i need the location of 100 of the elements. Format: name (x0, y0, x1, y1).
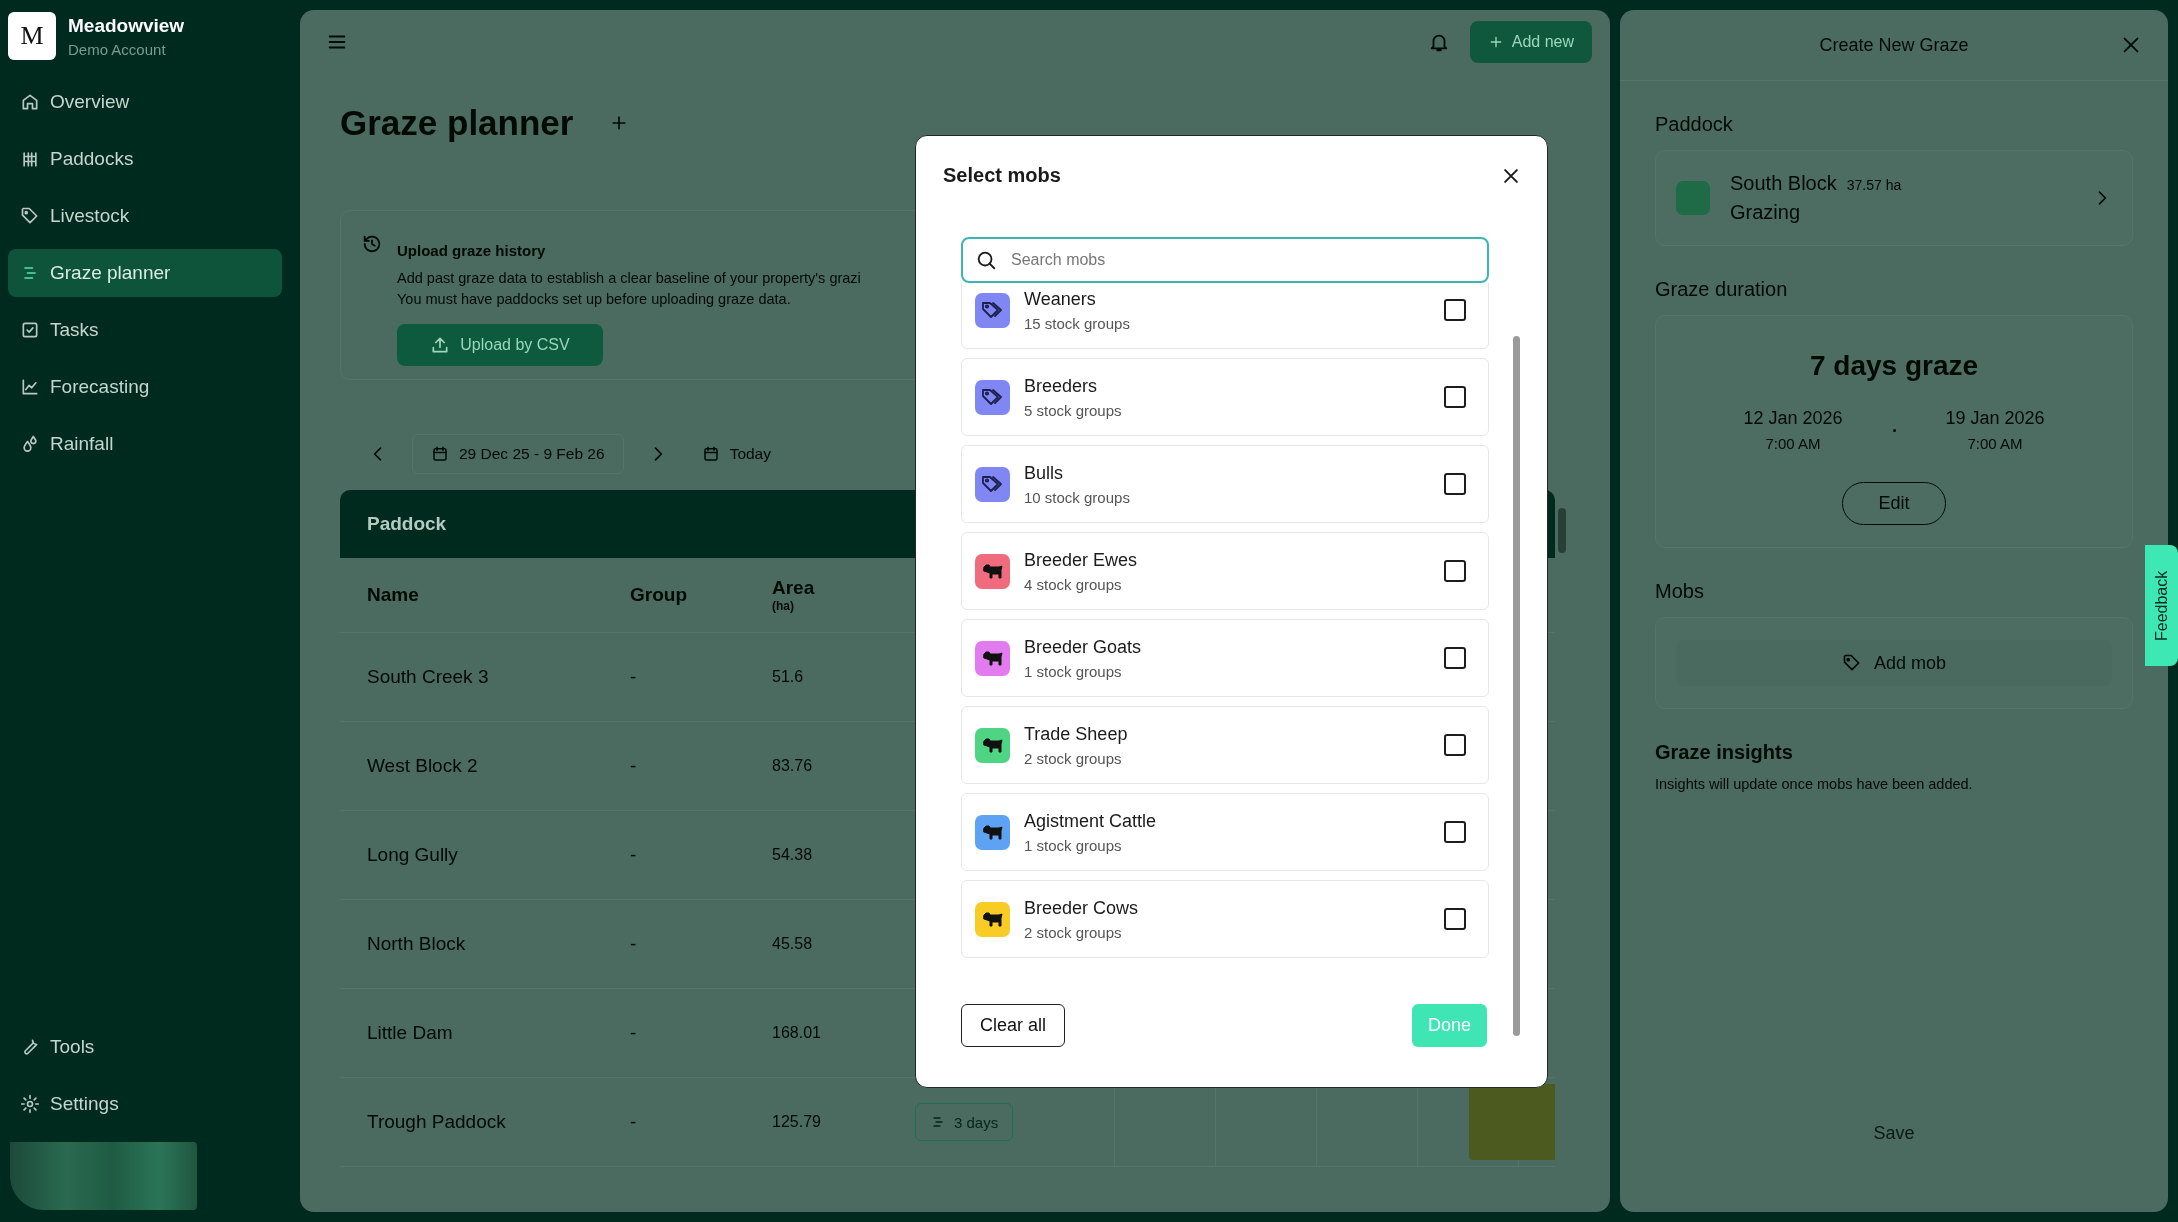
mob-name: Breeder Goats (1024, 636, 1143, 658)
scrollbar-thumb (1558, 508, 1566, 553)
duration-title: 7 days graze (1809, 350, 1979, 382)
mob-count: 4 stock groups (1024, 575, 1123, 593)
upload-csv-button[interactable]: Upload by CSV (397, 324, 603, 366)
section-label: Graze insights (1655, 741, 1794, 764)
mob-option[interactable]: Trade Sheep 2 stock groups (961, 706, 1489, 784)
table-cell-text: 54.38 (772, 846, 814, 864)
mob-option[interactable]: Bulls 10 stock groups (961, 445, 1489, 523)
table-cell-text: South Creek 3 (366, 666, 490, 688)
checkbox[interactable] (1444, 908, 1466, 930)
mob-count: 2 stock groups (1024, 749, 1123, 767)
checkbox[interactable] (1444, 299, 1466, 321)
mob-option[interactable]: Breeder Cows 2 stock groups (961, 880, 1489, 958)
checkbox[interactable] (1444, 734, 1466, 756)
table-cell-text: - (630, 755, 638, 777)
search-icon (975, 249, 997, 271)
table-cell-text: North Block (366, 933, 467, 955)
nav-item[interactable]: Tools (8, 1023, 282, 1071)
nav-item[interactable]: Graze planner (8, 249, 282, 297)
nav-item[interactable]: Overview (8, 78, 282, 126)
table-cell-text: Little Dam (366, 1022, 454, 1044)
upload-icon (430, 335, 451, 355)
column-unit: (ha) (772, 599, 795, 613)
add-new-button[interactable]: Add new (1469, 21, 1592, 63)
mob-count: 2 stock groups (1024, 923, 1123, 941)
mob-count: 1 stock groups (1024, 836, 1123, 854)
nav-icon (20, 434, 40, 454)
mob-count: 5 stock groups (1024, 401, 1123, 419)
date-text: 19 Jan 2026 (1945, 408, 2045, 429)
insights-note: Insights will update once mobs have been added. (1655, 776, 1974, 792)
nav-icon (20, 149, 40, 169)
dialog-title: Select mobs (943, 164, 1061, 187)
mob-option[interactable]: Breeder Goats 1 stock groups (961, 619, 1489, 697)
mob-name: Breeders (1024, 375, 1099, 397)
mob-option[interactable]: Agistment Cattle 1 stock groups (961, 793, 1489, 871)
table-cell-text: Long Gully (366, 844, 459, 866)
nav-item[interactable]: Livestock (8, 192, 282, 240)
column-header: Name (366, 584, 420, 606)
time-text: 7:00 AM (1764, 435, 1822, 452)
clear-all-button[interactable]: Clear all (961, 1004, 1066, 1047)
separator-dot (1892, 428, 1896, 432)
time-text: 7:00 AM (1966, 435, 2024, 452)
mob-option[interactable]: Weaners 15 stock groups (961, 283, 1489, 349)
mob-name: Trade Sheep (1024, 723, 1129, 745)
mob-count: 1 stock groups (1024, 662, 1123, 680)
account-logo: M (8, 12, 56, 60)
table-cell-text: 125.79 (772, 1113, 822, 1131)
mob-name: Bulls (1024, 462, 1064, 484)
feedback-tab[interactable]: Feedback (2145, 545, 2178, 666)
paddock-card[interactable]: South Block 37.57 ha Grazing (1655, 150, 2133, 246)
nav-icon (20, 206, 40, 226)
checkbox[interactable] (1444, 386, 1466, 408)
upload-description: You must have paddocks set up before uploading graze data. (397, 290, 792, 309)
account-subtitle: Demo Account (68, 40, 167, 58)
table-cell-text: - (630, 844, 638, 866)
paddock-thumbnail (1676, 181, 1710, 215)
table-cell-text: - (630, 1022, 638, 1044)
nav-item[interactable]: Rainfall (8, 420, 282, 468)
section-label: Mobs (1655, 580, 1705, 603)
mob-option[interactable]: Breeders 5 stock groups (961, 358, 1489, 436)
table-cell-text: - (630, 666, 638, 688)
mob-count: 15 stock groups (1024, 314, 1131, 332)
nav-item[interactable]: Forecasting (8, 363, 282, 411)
calendar-icon (701, 445, 720, 463)
section-label: Paddock (1655, 113, 1734, 136)
checkbox[interactable] (1444, 821, 1466, 843)
table-cell-text: 168.01 (772, 1024, 822, 1042)
mob-name: Breeder Cows (1024, 897, 1140, 919)
table-cell-text: West Block 2 (366, 755, 479, 777)
checkbox[interactable] (1444, 473, 1466, 495)
account-name: Meadowview (68, 14, 185, 37)
table-cell-text: - (630, 1111, 638, 1133)
section-label: Graze duration (1655, 278, 1789, 301)
panel-title: Create New Graze (1819, 34, 1969, 56)
table-cell-text: Trough Paddock (366, 1111, 507, 1133)
nav-item[interactable]: Tasks (8, 306, 282, 354)
nav-icon (20, 1094, 40, 1114)
page-title: Graze planner (340, 103, 574, 143)
calendar-icon (431, 445, 449, 463)
column-header: Area (ha) (772, 577, 915, 613)
history-icon (361, 233, 383, 255)
date-text: 12 Jan 2026 (1743, 408, 1843, 429)
nav-item[interactable]: Settings (8, 1080, 282, 1128)
tag-icon (1841, 653, 1862, 673)
nav-icon (20, 320, 40, 340)
checkbox[interactable] (1444, 560, 1466, 582)
mob-name: Agistment Cattle (1024, 810, 1158, 832)
mob-option[interactable]: Breeder Ewes 4 stock groups (961, 532, 1489, 610)
table-cell-text: 45.58 (772, 935, 814, 953)
table-cell-text: 51.6 (772, 668, 805, 686)
paddock-status: Grazing (1730, 201, 1802, 224)
mob-count: 10 stock groups (1024, 488, 1131, 506)
upload-description: Add past graze data to establish a clear baseline of your property's grazi (397, 269, 862, 288)
search-field[interactable]: Search mobs (961, 237, 1489, 283)
paddock-area: 37.57 ha (1846, 177, 1902, 193)
nav-item[interactable]: Paddocks (8, 135, 282, 183)
column-header: Group (630, 584, 688, 606)
paddock-name: South Block (1730, 172, 1837, 194)
checkbox[interactable] (1444, 647, 1466, 669)
